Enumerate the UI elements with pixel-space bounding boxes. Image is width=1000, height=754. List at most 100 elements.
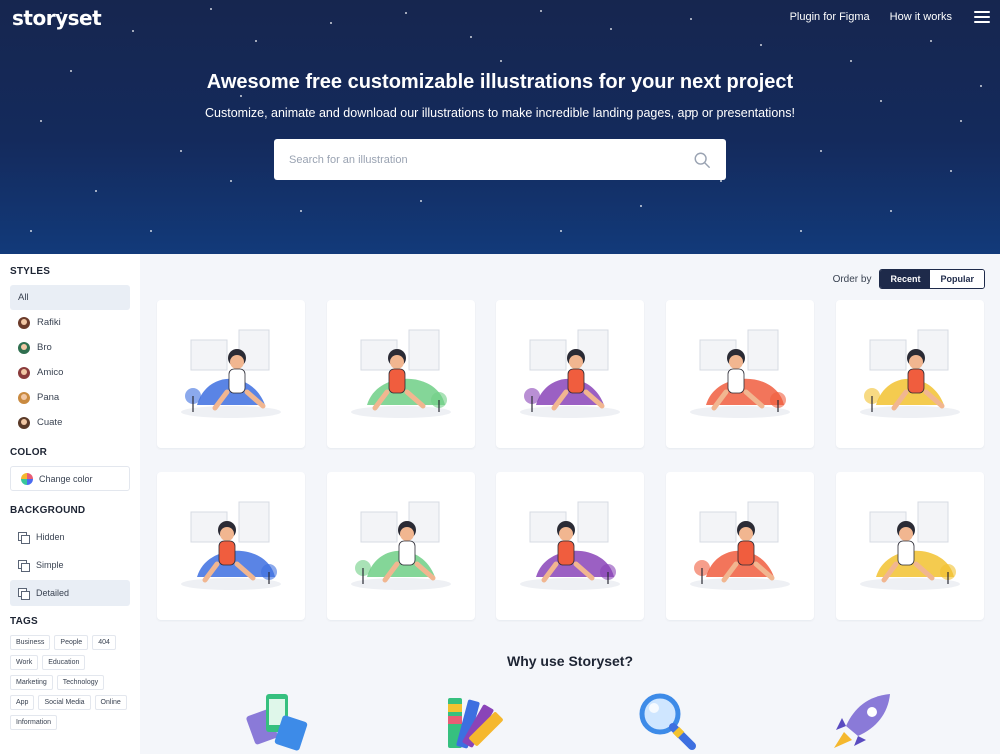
- hero-title: Awesome free customizable illustrations …: [206, 71, 794, 93]
- background-hidden[interactable]: Hidden: [10, 524, 130, 550]
- tag-information[interactable]: Information: [10, 715, 58, 730]
- star: [330, 22, 332, 24]
- illustration-card-woman-ice-cream-chair[interactable]: [496, 300, 644, 448]
- layers-icon: [18, 588, 30, 600]
- star: [820, 150, 822, 152]
- star: [420, 200, 422, 202]
- star: [720, 180, 722, 182]
- tag-marketing[interactable]: Marketing: [10, 675, 53, 690]
- order-by-control: Order by Recent Popular: [833, 269, 985, 289]
- style-label: All: [18, 292, 29, 303]
- illustration-image: [860, 501, 960, 590]
- style-all[interactable]: All: [10, 285, 130, 310]
- styles-heading: STYLES: [10, 266, 51, 277]
- tag-online[interactable]: Online: [94, 695, 127, 710]
- tag-404[interactable]: 404: [92, 635, 116, 650]
- search-icon[interactable]: [693, 151, 711, 169]
- order-recent-button[interactable]: Recent: [880, 270, 931, 288]
- tag-education[interactable]: Education: [42, 655, 86, 670]
- background-label: Detailed: [36, 588, 70, 598]
- illustration-image: [860, 329, 960, 418]
- star: [930, 40, 932, 42]
- color-heading: COLOR: [10, 447, 48, 458]
- star: [880, 100, 882, 102]
- illustration-card-woman-eating-watermelon[interactable]: [666, 472, 814, 620]
- illustration-image: [520, 501, 620, 590]
- star: [540, 10, 542, 12]
- hamburger-icon[interactable]: [974, 11, 990, 23]
- illustration-card-man-laptop-watermelon[interactable]: [836, 472, 984, 620]
- storyset-logo[interactable]: storyset: [12, 6, 102, 30]
- tag-social-media[interactable]: Social Media: [38, 695, 91, 710]
- nav-how-it-works[interactable]: How it works: [890, 11, 952, 23]
- star: [210, 8, 212, 10]
- styles-list: All Rafiki Bro Amico Pana Cuate: [10, 285, 130, 435]
- star: [500, 60, 502, 62]
- star: [760, 44, 762, 46]
- style-label: Pana: [37, 392, 60, 403]
- order-toggle: Recent Popular: [879, 269, 985, 289]
- star: [850, 60, 852, 62]
- avatar: [18, 316, 30, 329]
- illustration-card-man-fan-armchair[interactable]: [327, 300, 475, 448]
- illustration-image: [351, 329, 451, 418]
- tag-people[interactable]: People: [54, 635, 89, 650]
- style-cuate[interactable]: Cuate: [10, 410, 130, 435]
- illustration-card-woman-watermelon-umbrella[interactable]: [157, 472, 305, 620]
- background-simple[interactable]: Simple: [10, 552, 130, 578]
- color-wheel-icon: [21, 472, 33, 485]
- illustration-card-man-fan-window[interactable]: [666, 300, 814, 448]
- avatar: [18, 366, 30, 379]
- tag-technology[interactable]: Technology: [56, 675, 105, 690]
- illustration-card-woman-watermelon-slices[interactable]: [327, 472, 475, 620]
- illustration-card-woman-fan-room[interactable]: [157, 300, 305, 448]
- illustration-image: [690, 501, 790, 590]
- style-pana[interactable]: Pana: [10, 385, 130, 410]
- style-rafiki[interactable]: Rafiki: [10, 310, 130, 335]
- star: [132, 30, 134, 32]
- change-color-label: Change color: [39, 473, 93, 484]
- order-popular-button[interactable]: Popular: [930, 270, 984, 288]
- tag-business[interactable]: Business: [10, 635, 51, 650]
- illustration-gallery: Order by Recent Popular Why use Storyset…: [140, 254, 1000, 754]
- star: [960, 120, 962, 122]
- illustration-image: [351, 501, 451, 590]
- filter-sidebar: STYLES All Rafiki Bro Amico Pana Cuate C…: [0, 254, 140, 754]
- star: [240, 95, 242, 97]
- illustration-card-woman-yellow-fan[interactable]: [836, 300, 984, 448]
- order-by-label: Order by: [832, 273, 872, 285]
- star: [640, 205, 642, 207]
- change-color-button[interactable]: Change color: [10, 466, 130, 491]
- star: [690, 18, 692, 20]
- background-detailed[interactable]: Detailed: [10, 580, 130, 606]
- tag-app[interactable]: App: [10, 695, 35, 710]
- background-label: Simple: [36, 560, 64, 570]
- star: [300, 210, 302, 212]
- star: [40, 120, 42, 122]
- star: [95, 190, 97, 192]
- tags-list: Business People 404 Work Education Marke…: [10, 635, 130, 730]
- style-amico[interactable]: Amico: [10, 360, 130, 385]
- tag-work[interactable]: Work: [10, 655, 39, 670]
- search-input[interactable]: [289, 153, 693, 166]
- star: [610, 28, 612, 30]
- star: [30, 230, 32, 232]
- top-nav: Plugin for Figma How it works: [790, 11, 990, 23]
- star: [230, 180, 232, 182]
- nav-plugin-figma[interactable]: Plugin for Figma: [790, 11, 870, 23]
- search-bar[interactable]: [274, 139, 726, 180]
- star: [255, 40, 257, 42]
- illustration-image: [690, 329, 790, 418]
- star: [560, 230, 562, 232]
- avatar: [18, 341, 30, 354]
- hero-subtitle: Customize, animate and download our illu…: [205, 106, 795, 120]
- background-label: Hidden: [36, 532, 65, 542]
- illustration-card-woman-watermelon-sitting[interactable]: [496, 472, 644, 620]
- star: [405, 12, 407, 14]
- style-label: Bro: [37, 342, 52, 353]
- style-bro[interactable]: Bro: [10, 335, 130, 360]
- magnifier-icon: [639, 693, 696, 750]
- avatar: [18, 391, 30, 404]
- background-heading: BACKGROUND: [10, 505, 86, 516]
- avatar: [18, 416, 30, 429]
